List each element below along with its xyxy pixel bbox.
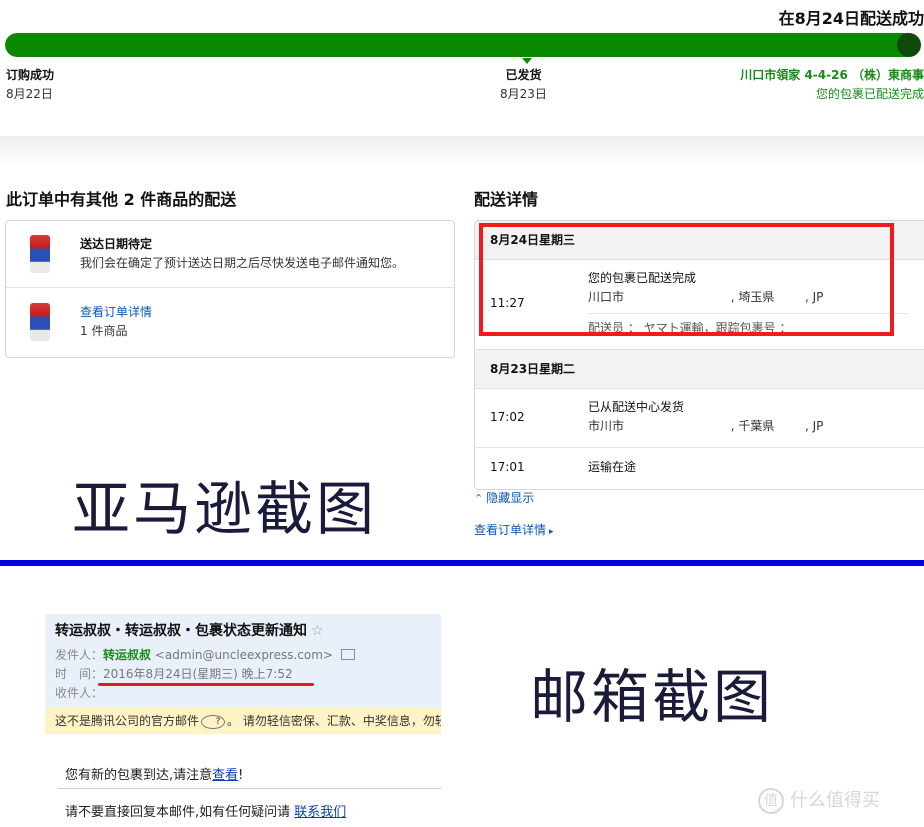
- email-header: 转运叔叔・转运叔叔・包裹状态更新通知 ☆ 发件人：转运叔叔 <admin@uncl…: [45, 614, 441, 708]
- chevron-right-icon: ▸: [549, 527, 554, 537]
- product-thumbnail[interactable]: [30, 235, 50, 273]
- event-description: 您的包裹已配送完成: [588, 271, 697, 285]
- event-carrier: 配送员 ： ヤマト運輸，跟踪包裹号 ：: [588, 321, 792, 335]
- watermark-logo-icon: 值: [758, 788, 784, 814]
- progress-end-marker: [897, 33, 921, 57]
- item-count-text: 1 件商品: [80, 324, 128, 338]
- event-description: 运输在途: [588, 460, 637, 474]
- mail-caption: 邮箱截图: [530, 663, 775, 731]
- view-order-details-link[interactable]: 查看订单详情 ▸: [474, 521, 554, 538]
- event-separator: [588, 313, 908, 314]
- event-time: 17:02: [490, 410, 525, 424]
- delivery-progress-bar: [5, 33, 919, 57]
- to-label: 收件人：: [55, 686, 104, 700]
- other-items-panel: 送达日期待定 我们会在确定了预计送达日期之后尽快发送电子邮件通知您。 查看订单详…: [5, 220, 455, 358]
- day-header: 8月24日星期三: [475, 221, 924, 260]
- day-header-label: 8月23日星期二: [490, 362, 576, 376]
- event-time: 17:01: [490, 460, 525, 474]
- email-subject: 转运叔叔・转运叔叔・包裹状态更新通知 ☆: [55, 620, 324, 640]
- amazon-caption: 亚马逊截图: [72, 475, 378, 543]
- delivery-progress-fill: [5, 33, 919, 57]
- warning-text: 这不是腾讯公司的官方邮件: [55, 714, 200, 728]
- milestone-shipped-date: 8月23日: [500, 87, 547, 101]
- double-chevron-up-icon: ⌃: [474, 492, 484, 505]
- view-order-details-label: 查看订单详情: [474, 523, 547, 537]
- body-text-suffix: !: [238, 768, 244, 783]
- delivery-details-panel: 8月24日星期三 11:27 您的包裹已配送完成 川口市 , 埼玉県 , JP …: [474, 220, 924, 490]
- email-warning-banner: 这不是腾讯公司的官方邮件?。 请勿轻信密保、汇款、中奖信息，勿轻: [45, 708, 441, 734]
- pending-notice-text: 我们会在确定了预计送达日期之后尽快发送电子邮件通知您。: [80, 256, 405, 270]
- day-header: 8月23日星期二: [475, 349, 924, 389]
- help-icon[interactable]: ?: [201, 714, 226, 729]
- sender-name[interactable]: 转运叔叔: [103, 648, 151, 662]
- milestone-shipped: 已发货 8月23日: [500, 66, 547, 104]
- view-link[interactable]: 查看: [212, 768, 238, 783]
- body-text: 您有新的包裹到达,请注意: [65, 768, 213, 783]
- other-items-title: 此订单中有其他 2 件商品的配送: [6, 190, 237, 209]
- view-order-details-link[interactable]: 查看订单详情: [80, 303, 152, 322]
- hide-details-link[interactable]: ⌃ 隐藏显示: [474, 489, 534, 506]
- time-label: 时 间：: [55, 667, 104, 681]
- star-icon[interactable]: ☆: [311, 623, 324, 639]
- email-body-line: 您有新的包裹到达,请注意查看!: [65, 764, 243, 783]
- other-item-row: 查看订单详情 1 件商品: [6, 289, 454, 355]
- email-from-row: 发件人：转运叔叔 <admin@uncleexpress.com>: [55, 646, 355, 663]
- shipped-notch-icon: [522, 58, 532, 64]
- email-to-row: 收件人：: [55, 684, 103, 701]
- warning-tail-text: 。 请勿轻信密保、汇款、中奖信息，勿轻: [227, 714, 441, 728]
- event-description: 已从配送中心发货: [588, 400, 685, 414]
- tracking-event: 17:01 运输在途: [475, 449, 924, 487]
- delivery-status-text: 您的包裹已配送完成: [815, 87, 924, 101]
- day-header-label: 8月24日星期三: [490, 233, 576, 247]
- email-body-line: 请不要直接回复本邮件,如有任何疑问请 联系我们: [65, 801, 346, 820]
- tracking-event: 17:02 已从配送中心发货 市川市 , 千葉県 , JP: [475, 389, 924, 448]
- milestone-ordered: 订购成功 8月22日: [6, 66, 54, 104]
- delivery-date-pending: 送达日期待定: [80, 237, 153, 251]
- delivery-status-title: 在8月24日配送成功: [778, 9, 924, 28]
- watermark-text: 什么值得买: [790, 790, 880, 811]
- milestone-shipped-label: 已发货: [505, 68, 542, 82]
- event-location: 市川市 , 千葉県 , JP: [588, 419, 824, 433]
- other-item-row: 送达日期待定 我们会在确定了预计送达日期之后尽快发送电子邮件通知您。: [6, 221, 454, 288]
- event-location: 川口市 , 埼玉県 , JP: [588, 290, 824, 304]
- milestone-ordered-date: 8月22日: [6, 87, 53, 101]
- blue-divider-line: [0, 560, 924, 566]
- email-separator: [58, 788, 441, 789]
- site-watermark: 值什么值得买: [758, 786, 880, 814]
- event-time: 11:27: [490, 296, 525, 310]
- product-thumbnail[interactable]: [30, 303, 50, 341]
- email-subject-text: 转运叔叔・转运叔叔・包裹状态更新通知: [55, 623, 307, 639]
- tracking-event: 11:27 您的包裹已配送完成 川口市 , 埼玉県 , JP 配送员 ： ヤマト…: [475, 261, 924, 347]
- red-underline-annotation: [98, 683, 314, 686]
- delivery-address: 川口市領家 4-4-26 （株）東商事: [740, 68, 924, 82]
- body-text: 请不要直接回复本邮件,如有任何疑问请: [65, 805, 295, 820]
- email-time-row: 时 间：2016年8月24日(星期三) 晚上7:52: [55, 665, 293, 682]
- section-divider: [0, 136, 924, 166]
- contact-us-link[interactable]: 联系我们: [294, 805, 346, 820]
- milestone-ordered-label: 订购成功: [6, 68, 55, 82]
- email-time-value: 2016年8月24日(星期三) 晚上7:52: [103, 667, 293, 681]
- sender-address: <admin@uncleexpress.com>: [154, 648, 333, 662]
- screenshot-page: 在8月24日配送成功 订购成功 8月22日 已发货 8月23日 川口市領家 4-…: [0, 0, 924, 827]
- contact-card-icon[interactable]: [340, 649, 355, 660]
- delivery-details-title: 配送详情: [474, 190, 539, 209]
- from-label: 发件人：: [55, 648, 104, 662]
- hide-details-label: 隐藏显示: [486, 491, 535, 505]
- milestone-delivered: 川口市領家 4-4-26 （株）東商事 您的包裹已配送完成: [740, 66, 924, 104]
